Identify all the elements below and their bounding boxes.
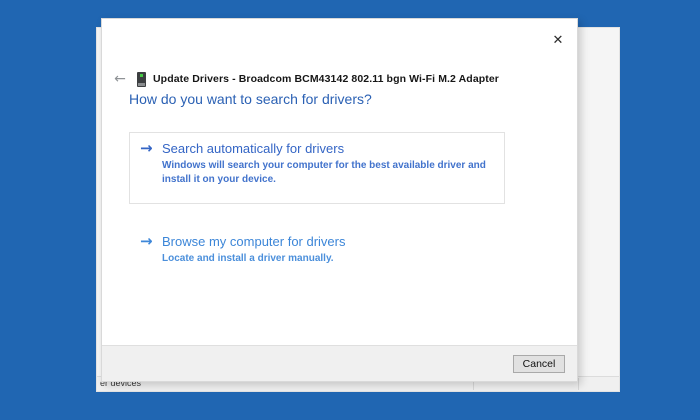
option-description: Locate and install a driver manually. <box>162 253 334 264</box>
dialog-footer: Cancel <box>102 345 577 381</box>
desktop: { "background_window": { "status_text": … <box>0 0 700 420</box>
option-browse-computer[interactable]: → Browse my computer for drivers Locate … <box>129 226 505 273</box>
option-title: Browse my computer for drivers <box>162 234 346 249</box>
dialog-title: Update Drivers - Broadcom BCM43142 802.1… <box>153 73 499 85</box>
cancel-button[interactable]: Cancel <box>513 355 565 373</box>
dialog-header: ← Update Drivers - Broadcom BCM43142 802… <box>102 69 577 89</box>
device-icon <box>137 71 146 87</box>
back-arrow-icon[interactable]: ← <box>109 72 131 86</box>
option-description: Windows will search your computer for th… <box>162 160 486 185</box>
option-title: Search automatically for drivers <box>162 141 345 156</box>
arrow-right-icon: → <box>140 232 153 250</box>
update-drivers-dialog: ✕ ← Update Drivers - Broadcom BCM43142 8… <box>101 18 578 382</box>
page-title: How do you want to search for drivers? <box>129 91 372 107</box>
close-icon[interactable]: ✕ <box>547 31 569 49</box>
arrow-right-icon: → <box>140 139 153 157</box>
option-search-automatically[interactable]: → Search automatically for drivers Windo… <box>129 132 505 204</box>
statusbar-separator <box>578 378 579 390</box>
